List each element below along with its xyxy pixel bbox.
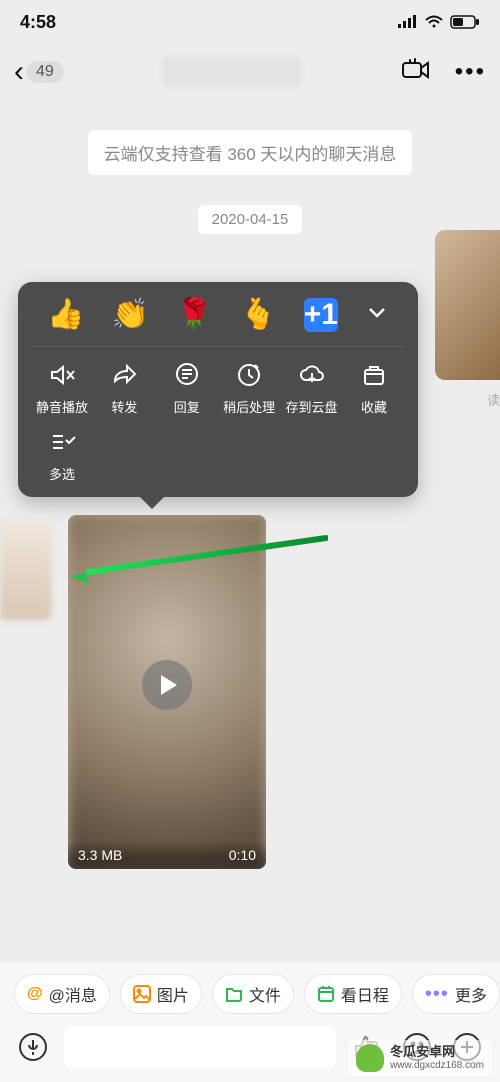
chip-mention[interactable]: @@消息 bbox=[14, 974, 110, 1014]
reaction-bar: 👍 👏 🌹 🫰 +1 bbox=[28, 298, 408, 346]
reaction-expand[interactable] bbox=[365, 300, 389, 330]
watermark: 冬瓜安卓网 www.dgxcdz168.com bbox=[348, 1040, 492, 1076]
date-separator: 2020-04-15 bbox=[198, 205, 303, 234]
ctx-save-cloud[interactable]: 存到云盘 bbox=[282, 361, 342, 416]
battery-icon bbox=[450, 15, 480, 29]
reaction-flower[interactable]: 🌹 bbox=[176, 300, 213, 330]
read-status: 读 bbox=[487, 390, 500, 409]
video-size: 3.3 MB bbox=[78, 847, 122, 863]
voice-input-button[interactable] bbox=[14, 1028, 52, 1066]
incoming-image-thumb[interactable] bbox=[0, 520, 52, 620]
status-time: 4:58 bbox=[20, 12, 56, 33]
message-input[interactable] bbox=[64, 1026, 336, 1068]
reaction-heart-hand[interactable]: 🫰 bbox=[240, 300, 277, 330]
play-icon bbox=[142, 660, 192, 710]
status-icons bbox=[398, 15, 480, 29]
ctx-mute-play[interactable]: 静音播放 bbox=[32, 361, 92, 416]
chip-calendar[interactable]: 看日程 bbox=[304, 974, 402, 1014]
status-bar: 4:58 bbox=[0, 0, 500, 44]
nav-bar: ‹ 49 ••• bbox=[0, 44, 500, 100]
back-count: 49 bbox=[26, 61, 64, 83]
chat-title bbox=[74, 58, 391, 86]
chevron-left-icon: ‹ bbox=[14, 57, 24, 87]
message-context-menu: 👍 👏 🌹 🫰 +1 静音播放 bbox=[18, 282, 418, 497]
signal-icon bbox=[398, 15, 418, 29]
video-call-button[interactable] bbox=[401, 58, 431, 87]
ctx-favorite[interactable]: 收藏 bbox=[344, 361, 404, 416]
wifi-icon bbox=[424, 15, 444, 29]
watermark-icon bbox=[356, 1044, 384, 1072]
quick-chips: @@消息 图片 文件 看日程 •••更多 bbox=[0, 962, 500, 1026]
system-notice: 云端仅支持查看 360 天以内的聊天消息 bbox=[88, 130, 413, 175]
ctx-later[interactable]: 稍后处理 bbox=[219, 361, 279, 416]
chip-file[interactable]: 文件 bbox=[212, 974, 294, 1014]
ctx-reply[interactable]: 回复 bbox=[157, 361, 217, 416]
video-duration: 0:10 bbox=[229, 847, 256, 863]
ctx-forward[interactable]: 转发 bbox=[94, 361, 154, 416]
chip-more[interactable]: •••更多 bbox=[412, 974, 500, 1014]
reaction-plus-one[interactable]: +1 bbox=[304, 298, 338, 332]
reaction-clap[interactable]: 👏 bbox=[111, 300, 148, 330]
more-button[interactable]: ••• bbox=[455, 60, 486, 84]
chip-image[interactable]: 图片 bbox=[120, 974, 202, 1014]
chat-area: 云端仅支持查看 360 天以内的聊天消息 2020-04-15 读 👍 👏 🌹 … bbox=[0, 100, 500, 962]
incoming-image-message[interactable] bbox=[435, 230, 500, 500]
back-button[interactable]: ‹ 49 bbox=[14, 57, 64, 87]
video-message[interactable]: 3.3 MB 0:10 bbox=[68, 515, 266, 869]
ctx-multiselect[interactable]: 多选 bbox=[32, 428, 92, 483]
reaction-thumbsup[interactable]: 👍 bbox=[47, 300, 84, 330]
